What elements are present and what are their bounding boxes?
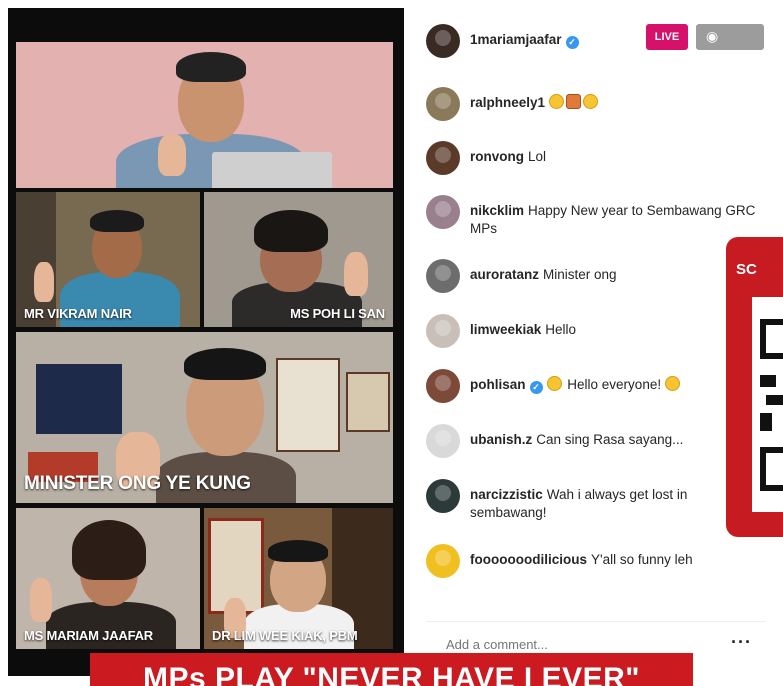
smile-emoji-icon: [664, 376, 680, 391]
comment-username[interactable]: auroratanz: [470, 267, 539, 282]
video-tile-lim-wee-kiak: DR LIM WEE KIAK, PBM: [204, 508, 393, 649]
participant-figure: [116, 48, 332, 188]
participant-caption: MINISTER ONG YE KUNG: [24, 473, 251, 494]
avatar[interactable]: [426, 314, 460, 348]
avatar[interactable]: [426, 24, 460, 58]
list-item: nikcklim Happy New year to Sembawang GRC …: [426, 195, 766, 238]
list-item: pohlisan ✓ Hello everyone!: [426, 369, 766, 403]
eye-icon: ◉: [706, 28, 719, 44]
participant-caption: MS POH LI SAN: [290, 306, 385, 321]
list-item: narcizzistic Wah i always get lost in sem…: [426, 479, 766, 522]
comment-text: Minister ong: [543, 267, 617, 282]
participant-caption: MS MARIAM JAAFAR: [24, 628, 153, 643]
live-badge: LIVE: [646, 24, 688, 50]
live-video-grid: MR VIKRAM NAIR MS POH LI SAN MINISTER ON…: [8, 8, 404, 676]
viewers-button[interactable]: ◉: [696, 24, 764, 50]
video-tile-host: [16, 42, 393, 188]
comment-text: Lol: [528, 149, 547, 164]
participant-caption: DR LIM WEE KIAK, PBM: [212, 628, 358, 643]
avatar[interactable]: [426, 424, 460, 458]
comment-username[interactable]: limweekiak: [470, 322, 541, 337]
list-item: fooooooodilicious Y'all so funny leh: [426, 544, 766, 578]
comment-text: Y'all so funny leh: [590, 552, 693, 567]
list-item: auroratanz Minister ong: [426, 259, 766, 293]
more-icon[interactable]: ···: [731, 632, 752, 653]
verified-icon: ✓: [565, 36, 579, 49]
list-item: limweekiak Hello: [426, 314, 766, 348]
avatar[interactable]: [426, 195, 460, 229]
video-tile-minister-ong: MINISTER ONG YE KUNG: [16, 332, 393, 503]
grin-emoji-icon: [549, 94, 565, 109]
verified-icon: ✓: [529, 381, 543, 394]
qr-code-card: SC: [726, 237, 783, 537]
avatar[interactable]: [426, 141, 460, 175]
list-item: ubanish.z Can sing Rasa sayang...: [426, 424, 766, 458]
avatar[interactable]: [426, 259, 460, 293]
smile-emoji-icon: [583, 94, 599, 109]
avatar[interactable]: [426, 479, 460, 513]
headline-text: MPs PLAY "NEVER HAVE I EVER": [142, 662, 641, 686]
comment-input[interactable]: [444, 636, 698, 653]
family-emoji-icon: [566, 94, 582, 109]
comment-username[interactable]: fooooooodilicious: [470, 552, 587, 567]
list-item: ralphneely1: [426, 87, 766, 121]
video-tile-mariam-jaafar: MS MARIAM JAAFAR: [16, 508, 200, 649]
comment-username[interactable]: ubanish.z: [470, 432, 532, 447]
avatar[interactable]: [426, 369, 460, 403]
comment-text: Hello everyone!: [567, 377, 662, 392]
qr-title: SC: [736, 261, 757, 278]
video-tile-poh-li-san: MS POH LI SAN: [204, 192, 393, 327]
avatar[interactable]: [426, 87, 460, 121]
host-username[interactable]: 1mariamjaafar: [470, 32, 562, 47]
avatar[interactable]: [426, 544, 460, 578]
list-item: ronvong Lol: [426, 141, 766, 175]
comment-username[interactable]: narcizzistic: [470, 487, 543, 502]
comment-username[interactable]: ralphneely1: [470, 95, 545, 110]
blush-emoji-icon: [546, 376, 562, 391]
qr-code-icon: [752, 297, 783, 512]
comment-username[interactable]: ronvong: [470, 149, 524, 164]
comment-username[interactable]: pohlisan: [470, 377, 526, 392]
headline-banner: MPs PLAY "NEVER HAVE I EVER": [90, 653, 693, 686]
video-tile-vikram: MR VIKRAM NAIR: [16, 192, 200, 327]
comment-text: Hello: [545, 322, 577, 337]
comment-username[interactable]: nikcklim: [470, 203, 524, 218]
participant-caption: MR VIKRAM NAIR: [24, 306, 132, 321]
comment-text: Can sing Rasa sayang...: [536, 432, 684, 447]
